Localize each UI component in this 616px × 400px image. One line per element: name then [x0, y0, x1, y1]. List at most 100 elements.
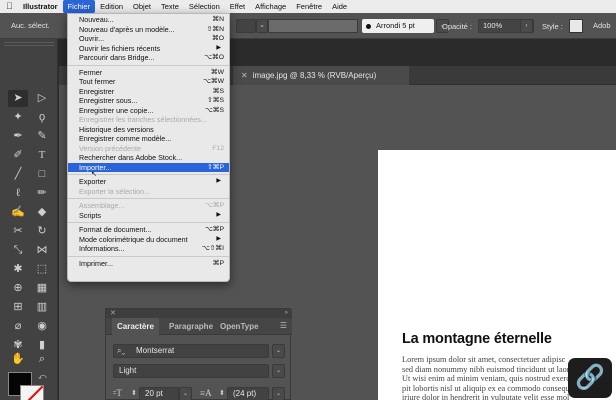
graphic-style-swatch[interactable] — [569, 19, 583, 33]
variable-width-profile[interactable] — [268, 19, 358, 33]
puppet-warp-tool-icon[interactable]: ✱ — [8, 261, 28, 278]
character-panel: ✕ » Caractère Paragraphe OpenType ☰ Mont… — [105, 308, 292, 400]
file-menu-item[interactable]: Enregistrer comme modèle... — [68, 134, 229, 144]
leading-icon: ≡A — [200, 388, 212, 398]
menu-illustrator[interactable]: Illustrator — [18, 0, 63, 13]
shape-builder-tool-icon[interactable]: ⊕ — [8, 280, 28, 297]
document-tab[interactable]: ✕ image.jpg @ 8,33 % (RVB/Aperçu) — [233, 66, 409, 85]
file-menu-item[interactable]: Rechercher dans Adobe Stock... — [68, 153, 229, 163]
shaper-tool-icon[interactable]: ✍ — [8, 204, 28, 221]
file-menu-item[interactable]: Historique des versions — [68, 125, 229, 135]
menu-separator — [68, 222, 229, 223]
line-tool-icon[interactable]: ╱ — [8, 166, 28, 183]
menu-separator — [68, 255, 229, 257]
file-menu-item[interactable]: Format de document... ⌥⌘P — [68, 225, 229, 235]
menu-item-label: Ouvrir les fichiers récents — [79, 43, 161, 53]
scale-tool-icon[interactable]: ⤡ — [8, 242, 28, 259]
menu-item-shortcut: ⇧⌘S — [206, 97, 224, 104]
menu-selection[interactable]: Sélection — [184, 0, 225, 13]
menu-affichage[interactable]: Affichage — [250, 0, 291, 13]
font-style-field[interactable]: Light — [113, 364, 269, 378]
collapse-panel-icon[interactable]: » — [285, 309, 288, 318]
stroke-color-swatch[interactable] — [20, 385, 44, 400]
font-family-dropdown[interactable]: ⌄ — [272, 344, 285, 358]
font-size-input[interactable]: 20 pt — [139, 387, 179, 400]
menu-fenetre[interactable]: Fenêtre — [291, 0, 327, 13]
close-panel-icon[interactable]: ✕ — [110, 309, 116, 318]
magic-wand-tool-icon[interactable]: ✦ — [8, 109, 28, 126]
font-size-stepper[interactable]: ⬍ — [131, 389, 137, 397]
eraser-tool-icon[interactable]: ◆ — [32, 204, 52, 221]
rectangle-tool-icon[interactable]: □ — [32, 166, 52, 183]
pen-tool-icon[interactable]: ✒ — [8, 128, 28, 145]
close-tab-icon[interactable]: ✕ — [241, 71, 248, 80]
brush-dropdown[interactable]: Arrondi 5 pt — [362, 19, 434, 33]
file-menu-item[interactable]: Exporter ▶ — [68, 177, 229, 187]
menu-item-label: Exporter la sélection... — [79, 186, 151, 196]
apple-icon[interactable]:  — [6, 0, 18, 13]
file-menu-item[interactable]: Nouveau d'après un modèle... ⇧⌘N — [68, 25, 229, 35]
direct-selection-tool-icon[interactable]: ▷ — [32, 90, 52, 107]
width-tool-icon[interactable]: ⋈ — [32, 242, 52, 259]
font-family-field[interactable]: Montserrat — [113, 344, 269, 358]
file-menu-item[interactable]: Enregistrer une copie... ⌥⌘S — [68, 106, 229, 116]
file-menu-item[interactable]: Nouveau... ⌘N — [68, 15, 229, 25]
panel-menu-icon[interactable]: ☰ — [280, 322, 287, 330]
stroke-weight-field[interactable] — [236, 19, 256, 33]
type-tool-icon[interactable]: T — [32, 147, 52, 164]
file-menu-item[interactable]: Parcourir dans Bridge... ⌥⌘O — [68, 53, 229, 63]
panel-header[interactable]: ✕ » — [106, 309, 292, 318]
file-menu-item[interactable]: Enregistrer sous... ⇧⌘S — [68, 96, 229, 106]
panel-grip[interactable] — [4, 42, 54, 46]
menu-edition[interactable]: Edition — [95, 0, 128, 13]
menu-item-label: Assemblage... — [79, 201, 125, 210]
menu-effet[interactable]: Effet — [225, 0, 250, 13]
swap-colors-icon[interactable]: ⤺ — [38, 372, 47, 382]
menu-objet[interactable]: Objet — [128, 0, 156, 13]
lasso-tool-icon[interactable]: ϙ — [32, 109, 52, 126]
file-menu-item[interactable]: Ouvrir les fichiers récents ▶ — [68, 44, 229, 54]
file-menu-item[interactable]: Informations... ⌥⇧⌘I — [68, 244, 229, 254]
pencil-tool-icon[interactable]: ✐ — [8, 147, 28, 164]
curvature-tool-icon[interactable]: ✎ — [32, 128, 52, 145]
menu-item-label: Nouveau d'après un modèle... — [79, 24, 175, 34]
file-menu-item[interactable]: Enregistrer ⌘S — [68, 87, 229, 97]
selection-tool-icon[interactable]: ➤ — [8, 90, 28, 107]
file-menu-item[interactable]: Fermer ⌘W — [68, 68, 229, 78]
leading-stepper[interactable]: ⬍ — [219, 389, 225, 397]
menu-item-label: Enregistrer comme modèle... — [79, 134, 172, 143]
eyedropper-tool-icon[interactable]: ⌀ — [8, 318, 28, 335]
file-menu-item[interactable]: Mode colorimétrique du document ▶ — [68, 235, 229, 245]
leading-value: (24 pt) — [233, 389, 257, 398]
font-size-dropdown[interactable]: ⌄ — [179, 387, 192, 400]
submenu-arrow-icon: ▶ — [216, 178, 221, 184]
zoom-tool-icon[interactable]: ⌕ — [32, 351, 52, 368]
font-size-icon: ꞊T — [113, 388, 122, 398]
mesh-tool-icon[interactable]: ⊞ — [8, 299, 28, 316]
tab-caractere[interactable]: Caractère — [112, 318, 159, 335]
file-menu-item[interactable]: Imprimer... ⌘P — [68, 259, 229, 269]
leading-dropdown[interactable]: ⌄ — [272, 387, 285, 400]
scissors-tool-icon[interactable]: ✂ — [8, 223, 28, 240]
stroke-weight-dropdown[interactable]: ⌄ — [256, 19, 268, 33]
file-menu-item[interactable]: Scripts ▶ — [68, 211, 229, 221]
menu-texte[interactable]: Texte — [156, 0, 184, 13]
opacity-dropdown[interactable]: › — [520, 19, 533, 33]
leading-input[interactable]: (24 pt) — [227, 387, 269, 400]
rotate-tool-icon[interactable]: ↻ — [32, 223, 52, 240]
menu-aide[interactable]: Aide — [327, 0, 352, 13]
file-menu-item[interactable]: Ouvrir... ⌘O — [68, 34, 229, 44]
gradient-tool-icon[interactable]: ▥ — [32, 299, 52, 316]
tab-paragraphe[interactable]: Paragraphe — [164, 318, 218, 335]
font-style-dropdown[interactable]: ⌄ — [272, 364, 285, 378]
free-transform-tool-icon[interactable]: ⬚ — [32, 261, 52, 278]
blob-brush-tool-icon[interactable]: ✏ — [32, 185, 52, 202]
perspective-grid-tool-icon[interactable]: ▦ — [32, 280, 52, 297]
tab-opentype[interactable]: OpenType — [215, 318, 264, 335]
paintbrush-tool-icon[interactable]: ℓ — [8, 185, 28, 202]
menu-fichier[interactable]: Fichier — [62, 0, 96, 13]
artboard-title[interactable]: La montagne éternelle — [402, 331, 552, 347]
blend-tool-icon[interactable]: ◉ — [32, 318, 52, 335]
opacity-label: Opacité : — [442, 22, 473, 31]
file-menu-item[interactable]: Tout fermer ⌥⌘W — [68, 77, 229, 87]
